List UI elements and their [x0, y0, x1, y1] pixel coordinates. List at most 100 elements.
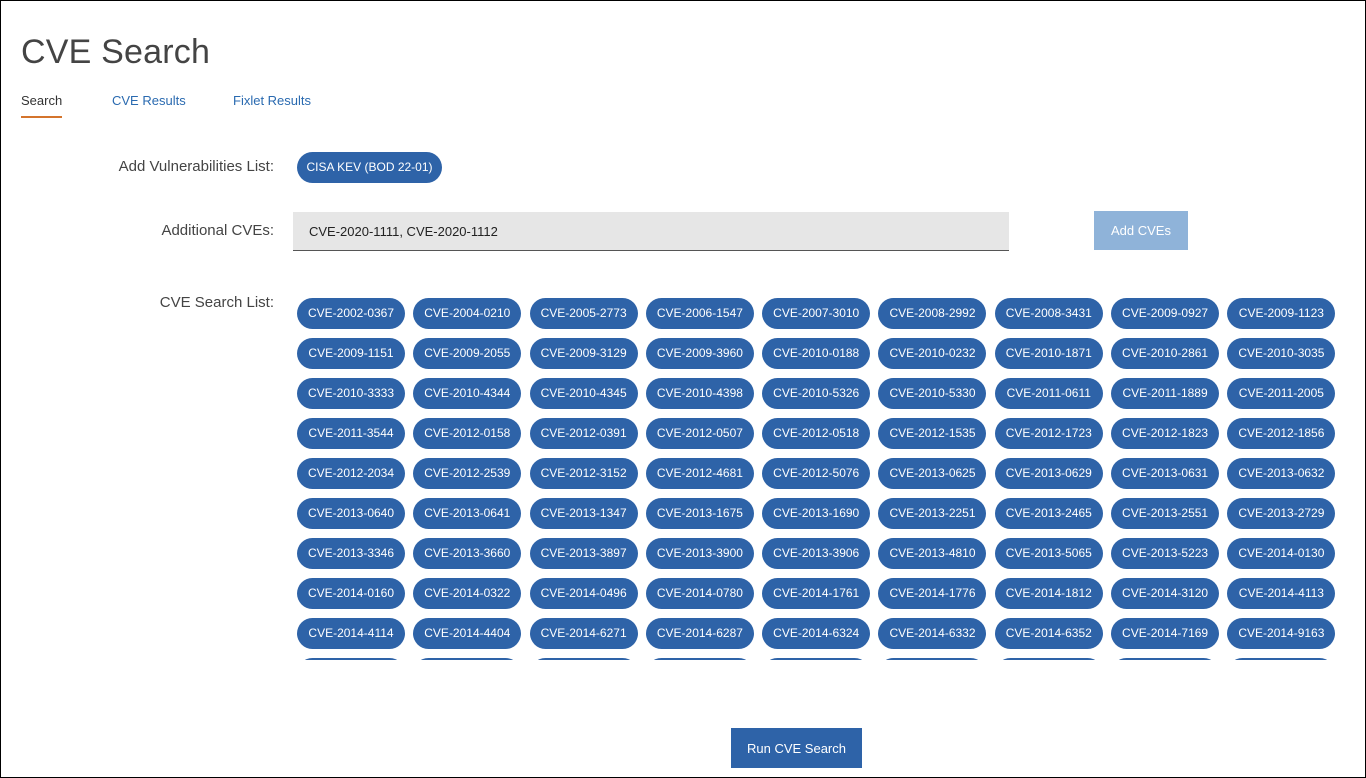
cve-pill[interactable]: CVE-2010-5326 — [762, 378, 871, 409]
cve-pill[interactable]: CVE-2010-2861 — [1111, 338, 1220, 369]
cve-pill[interactable]: CVE-2013-3900 — [645, 538, 754, 569]
add-cves-button[interactable]: Add CVEs — [1094, 211, 1188, 250]
cve-pill-grid: CVE-2002-0367 CVE-2004-0210 CVE-2005-2773 C… — [293, 296, 1343, 660]
cve-pill[interactable]: CVE-2014-0322 — [413, 578, 522, 609]
cve-pill[interactable]: CVE-2012-4681 — [645, 458, 754, 489]
cve-pill[interactable]: CVE-2011-0611 — [994, 378, 1103, 409]
cve-pill-clipped[interactable] — [645, 658, 754, 660]
cve-pill[interactable]: CVE-2009-1151 — [297, 338, 405, 369]
cve-pill[interactable]: CVE-2010-4398 — [645, 378, 754, 409]
cve-pill-clipped[interactable] — [1227, 658, 1336, 660]
cve-pill[interactable]: CVE-2012-2539 — [413, 458, 522, 489]
tab-search[interactable]: Search — [21, 93, 63, 118]
cve-pill[interactable]: CVE-2012-1535 — [878, 418, 987, 449]
cve-pill[interactable]: CVE-2010-4345 — [529, 378, 638, 409]
cve-pill[interactable]: CVE-2014-6352 — [994, 618, 1103, 649]
cve-pill[interactable]: CVE-2014-0780 — [645, 578, 754, 609]
cve-pill[interactable]: CVE-2012-1856 — [1227, 418, 1336, 449]
cve-pill[interactable]: CVE-2014-6271 — [529, 618, 638, 649]
cve-pill[interactable]: CVE-2013-5223 — [1111, 538, 1220, 569]
cve-search-list[interactable]: CVE-2002-0367 CVE-2004-0210 CVE-2005-2773 C… — [293, 296, 1343, 660]
cve-pill[interactable]: CVE-2012-5076 — [762, 458, 871, 489]
cve-pill[interactable]: CVE-2009-1123 — [1227, 298, 1336, 329]
cve-pill[interactable]: CVE-2011-2005 — [1227, 378, 1336, 409]
cve-pill[interactable]: CVE-2013-0640 — [297, 498, 405, 529]
cve-pill[interactable]: CVE-2013-0631 — [1111, 458, 1220, 489]
cve-pill[interactable]: CVE-2014-0160 — [297, 578, 405, 609]
cve-pill[interactable]: CVE-2013-2729 — [1227, 498, 1336, 529]
cve-pill[interactable]: CVE-2010-4344 — [413, 378, 522, 409]
cve-pill[interactable]: CVE-2014-7169 — [1111, 618, 1220, 649]
cve-pill-clipped[interactable] — [297, 658, 405, 660]
cve-pill[interactable]: CVE-2007-3010 — [762, 298, 871, 329]
cve-pill[interactable]: CVE-2010-5330 — [878, 378, 987, 409]
cve-pill[interactable]: CVE-2013-4810 — [878, 538, 987, 569]
run-cve-search-button[interactable]: Run CVE Search — [731, 728, 862, 768]
cve-pill[interactable]: CVE-2012-0518 — [762, 418, 871, 449]
cve-pill-clipped[interactable] — [762, 658, 871, 660]
additional-cves-input[interactable] — [293, 212, 1009, 251]
cve-pill-clipped[interactable] — [878, 658, 987, 660]
tab-fixlet-results[interactable]: Fixlet Results — [233, 93, 311, 116]
cve-pill[interactable]: CVE-2008-2992 — [878, 298, 987, 329]
cve-pill[interactable]: CVE-2014-0496 — [529, 578, 638, 609]
cve-pill[interactable]: CVE-2014-6332 — [878, 618, 987, 649]
cve-pill[interactable]: CVE-2014-4404 — [413, 618, 522, 649]
cve-pill[interactable]: CVE-2013-2251 — [878, 498, 987, 529]
cve-pill[interactable]: CVE-2010-3035 — [1227, 338, 1336, 369]
cve-pill[interactable]: CVE-2013-3346 — [297, 538, 405, 569]
cve-pill[interactable]: CVE-2012-1823 — [1111, 418, 1220, 449]
cve-pill[interactable]: CVE-2008-3431 — [994, 298, 1103, 329]
page-title: CVE Search — [21, 33, 211, 71]
cve-pill[interactable]: CVE-2013-2465 — [994, 498, 1103, 529]
cve-pill[interactable]: CVE-2013-2551 — [1111, 498, 1220, 529]
tab-cve-results[interactable]: CVE Results — [112, 93, 186, 116]
cve-pill[interactable]: CVE-2012-0158 — [413, 418, 522, 449]
cve-pill[interactable]: CVE-2010-0232 — [878, 338, 987, 369]
cve-pill[interactable]: CVE-2009-3129 — [529, 338, 638, 369]
cve-pill[interactable]: CVE-2012-3152 — [529, 458, 638, 489]
cve-pill[interactable]: CVE-2013-0632 — [1227, 458, 1336, 489]
cve-pill[interactable]: CVE-2014-1812 — [994, 578, 1103, 609]
cve-pill[interactable]: CVE-2011-3544 — [297, 418, 405, 449]
cve-pill-clipped[interactable] — [413, 658, 522, 660]
cve-pill[interactable]: CVE-2009-2055 — [413, 338, 522, 369]
cve-pill[interactable]: CVE-2014-9163 — [1227, 618, 1336, 649]
cve-pill[interactable]: CVE-2014-3120 — [1111, 578, 1220, 609]
cve-pill[interactable]: CVE-2012-0507 — [645, 418, 754, 449]
cve-pill[interactable]: CVE-2013-1690 — [762, 498, 871, 529]
cve-pill[interactable]: CVE-2004-0210 — [413, 298, 522, 329]
cve-pill[interactable]: CVE-2009-0927 — [1111, 298, 1220, 329]
cve-pill-clipped[interactable] — [1111, 658, 1220, 660]
cve-pill[interactable]: CVE-2013-3660 — [413, 538, 522, 569]
cve-pill-clipped[interactable] — [994, 658, 1103, 660]
cve-pill[interactable]: CVE-2010-0188 — [762, 338, 871, 369]
cve-pill[interactable]: CVE-2014-1761 — [762, 578, 871, 609]
cve-pill[interactable]: CVE-2010-3333 — [297, 378, 405, 409]
cve-pill-clipped[interactable] — [529, 658, 638, 660]
cisa-kev-button[interactable]: CISA KEV (BOD 22-01) — [297, 152, 442, 183]
cve-pill[interactable]: CVE-2013-0641 — [413, 498, 522, 529]
cve-pill[interactable]: CVE-2014-0130 — [1227, 538, 1336, 569]
cve-pill[interactable]: CVE-2010-1871 — [994, 338, 1103, 369]
cve-pill[interactable]: CVE-2013-0629 — [994, 458, 1103, 489]
cve-pill[interactable]: CVE-2013-3897 — [529, 538, 638, 569]
cve-pill[interactable]: CVE-2014-6287 — [645, 618, 754, 649]
cve-pill[interactable]: CVE-2012-2034 — [297, 458, 405, 489]
cve-pill[interactable]: CVE-2013-0625 — [878, 458, 987, 489]
cve-pill[interactable]: CVE-2013-1347 — [529, 498, 638, 529]
cve-pill[interactable]: CVE-2013-1675 — [645, 498, 754, 529]
cve-pill[interactable]: CVE-2013-3906 — [762, 538, 871, 569]
cve-pill[interactable]: CVE-2006-1547 — [645, 298, 754, 329]
cve-pill[interactable]: CVE-2014-4113 — [1227, 578, 1336, 609]
cve-pill[interactable]: CVE-2013-5065 — [994, 538, 1103, 569]
cve-pill[interactable]: CVE-2005-2773 — [529, 298, 638, 329]
cve-pill[interactable]: CVE-2011-1889 — [1111, 378, 1220, 409]
cve-pill[interactable]: CVE-2012-0391 — [529, 418, 638, 449]
cve-pill[interactable]: CVE-2009-3960 — [645, 338, 754, 369]
cve-pill[interactable]: CVE-2002-0367 — [297, 298, 405, 329]
cve-pill[interactable]: CVE-2014-6324 — [762, 618, 871, 649]
cve-pill[interactable]: CVE-2014-1776 — [878, 578, 987, 609]
cve-pill[interactable]: CVE-2014-4114 — [297, 618, 405, 649]
cve-pill[interactable]: CVE-2012-1723 — [994, 418, 1103, 449]
